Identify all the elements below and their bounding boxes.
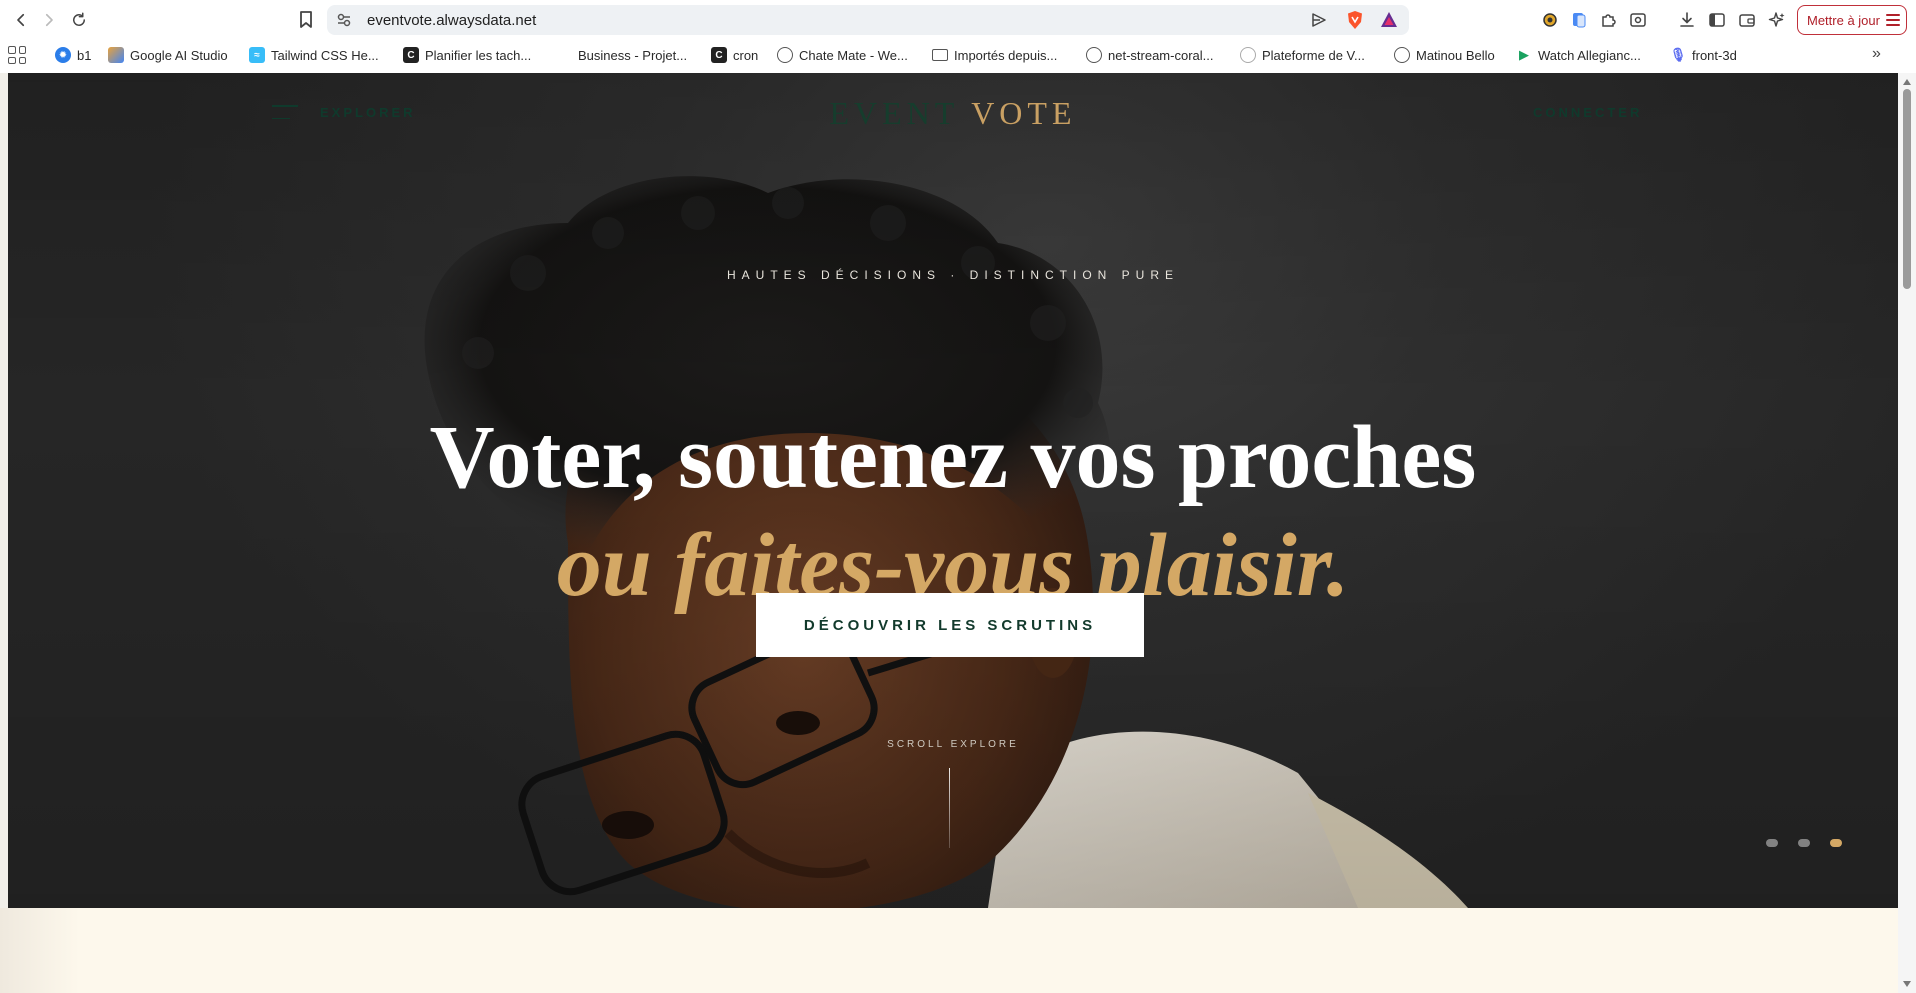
address-bar[interactable]: eventvote.alwaysdata.net [327,5,1409,35]
hero-eyebrow: HAUTES DÉCISIONS · DISTINCTION PURE [726,268,1180,282]
scroll-up-arrow-icon[interactable] [1903,79,1911,85]
browser-toolbar: eventvote.alwaysdata.net Mettre à jour [0,0,1916,40]
page-scrollbar[interactable] [1898,73,1916,993]
sidebar-toggle-icon[interactable] [1707,10,1727,30]
gear-blue-icon: ✹ [55,47,71,63]
wallet-icon[interactable] [1737,10,1757,30]
tailwind-icon: ≈ [249,47,265,63]
bookmark-label: b1 [77,47,92,63]
bookmark-page-button[interactable] [294,8,318,32]
slider-dots [1766,839,1842,847]
back-button[interactable] [8,7,34,33]
screenshot-icon[interactable] [1628,10,1648,30]
c-icon: C [711,47,727,63]
ai-studio-icon [108,47,124,63]
share-icon[interactable] [1311,12,1327,28]
bookmark-chate-mate[interactable]: Chate Mate - We... [777,46,908,64]
bookmark-label: Business - Projet... [578,47,688,63]
c-icon: C [403,47,419,63]
globe-icon [1394,47,1410,63]
extensions-puzzle-icon[interactable] [1598,10,1618,30]
folder-icon [932,49,948,61]
menu-icon [1885,14,1900,26]
scroll-down-arrow-icon[interactable] [1903,981,1911,987]
bookmark-net-stream[interactable]: net-stream-coral... [1086,46,1213,64]
globe-icon [1086,47,1102,63]
bookmark-planifier[interactable]: C Planifier les tach... [403,46,531,64]
brave-shield-icon[interactable] [1345,10,1365,30]
bookmark-importes[interactable]: Importés depuis... [932,46,1057,64]
bookmark-front-3d[interactable]: 🎙 front-3d [1670,46,1737,64]
page-viewport: EXPLORER EVENT VOTE CONNECTER HAUTES DÉC… [0,73,1916,993]
hero-headline: Voter, soutenez vos proches [429,408,1477,507]
arrow-right-icon [45,13,53,27]
reload-icon [73,12,85,26]
site-navbar: EXPLORER EVENT VOTE CONNECTER [8,73,1898,153]
downloads-icon[interactable] [1677,10,1697,30]
bookmark-label: Chate Mate - We... [799,47,908,63]
discover-polls-button[interactable]: DÉCOUVRIR LES SCRUTINS [756,593,1144,657]
bookmarks-bar: ✹ b1 Google AI Studio ≈ Tailwind CSS He.… [0,40,1916,70]
bookmark-plateforme[interactable]: Plateforme de V... [1240,46,1365,64]
bookmark-b1[interactable]: ✹ b1 [55,46,91,64]
bookmark-matinou-bello[interactable]: Matinou Bello [1394,46,1495,64]
mic-icon: 🎙 [1669,47,1687,62]
update-browser-button[interactable]: Mettre à jour [1797,5,1907,35]
arrow-left-icon [17,13,25,27]
globe-icon [1240,47,1256,63]
bookmark-label: cron [733,47,759,63]
bookmark-label: Importés depuis... [954,47,1058,63]
url-text[interactable]: eventvote.alwaysdata.net [367,12,536,29]
hero-section: EXPLORER EVENT VOTE CONNECTER HAUTES DÉC… [8,73,1898,908]
scroll-indicator-line [949,768,950,848]
bookmark-label: Tailwind CSS He... [271,47,379,63]
bookmark-tailwind[interactable]: ≈ Tailwind CSS He... [249,46,379,64]
apps-grid-icon[interactable] [8,46,26,64]
bookmark-label: Google AI Studio [130,47,228,63]
play-icon: ▶ [1519,47,1529,62]
bookmark-label: Matinou Bello [1416,47,1495,63]
connect-link[interactable]: CONNECTER [1533,105,1642,120]
bookmark-cron[interactable]: C cron [711,46,758,64]
scroll-explore-label: SCROLL EXPLORE [887,739,1019,750]
slider-dot-3[interactable] [1830,839,1842,847]
bookmark-icon [300,11,312,28]
scrollbar-thumb[interactable] [1903,89,1911,289]
bookmark-business[interactable]: Business - Projet... [556,46,687,64]
logo-word-event: EVENT [829,95,959,131]
bookmark-label: Planifier les tach... [425,47,532,63]
extension-translate-icon[interactable] [1569,10,1589,30]
extension-sun-icon[interactable] [1540,10,1560,30]
bookmark-watch-allegiance[interactable]: ▶ Watch Allegianc... [1516,46,1641,64]
leo-ai-icon[interactable] [1767,10,1787,30]
slider-dot-2[interactable] [1798,839,1810,847]
slider-dot-1[interactable] [1766,839,1778,847]
reload-button[interactable] [66,7,92,33]
bookmark-google-ai-studio[interactable]: Google AI Studio [108,46,228,64]
brave-rewards-icon[interactable] [1379,10,1399,30]
update-browser-label: Mettre à jour [1807,12,1880,28]
next-section [0,908,1898,993]
globe-icon [777,47,793,63]
more-bookmarks-icon[interactable]: » [1872,45,1881,63]
blank-icon [556,47,572,63]
bookmark-label: Plateforme de V... [1262,47,1365,63]
page-edge [0,73,8,993]
site-info-icon[interactable] [335,11,353,29]
bookmark-label: front-3d [1692,47,1737,63]
logo-word-vote: VOTE [971,95,1077,131]
forward-button[interactable] [36,7,62,33]
bookmark-label: net-stream-coral... [1108,47,1214,63]
bookmark-label: Watch Allegianc... [1538,47,1641,63]
